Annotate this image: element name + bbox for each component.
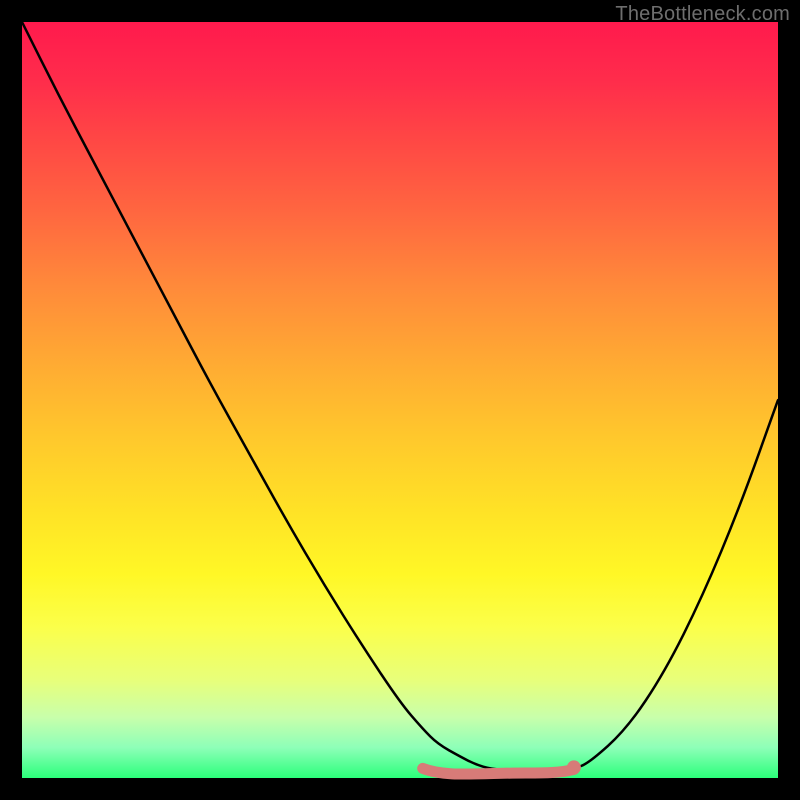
heat-gradient-plot [22,22,778,778]
bottleneck-curve [22,22,778,778]
chart-frame: TheBottleneck.com [0,0,800,800]
